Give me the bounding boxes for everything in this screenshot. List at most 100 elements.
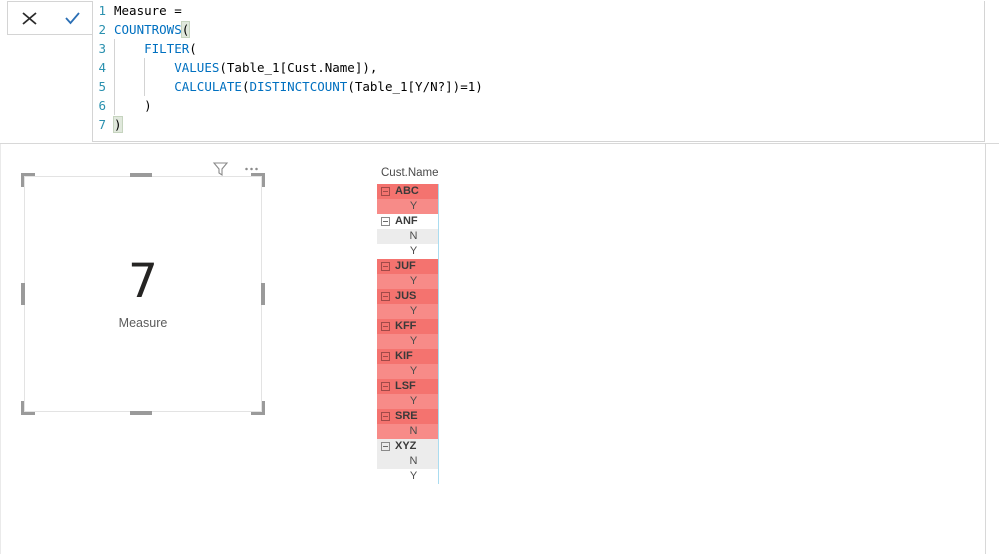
line-number: 4 <box>98 60 106 75</box>
table-value-row[interactable]: N <box>377 454 438 469</box>
canvas-right-border <box>985 144 986 554</box>
table-value-row[interactable]: Y <box>377 274 438 289</box>
table-value-label: Y <box>409 365 418 377</box>
dax-function-values: VALUES <box>174 60 220 75</box>
collapse-icon[interactable] <box>381 187 390 196</box>
resize-handle-top[interactable] <box>130 173 152 177</box>
table-group-label: KFF <box>395 320 417 332</box>
code-line-text: CALCULATE(DISTINCTCOUNT(Table_1[Y/N?])=1… <box>110 77 483 96</box>
code-line-text: ) <box>114 96 152 115</box>
line-number: 6 <box>98 98 106 113</box>
table-group-label: LSF <box>395 380 416 392</box>
resize-handle-top-right[interactable] <box>251 173 265 187</box>
canvas-left-border <box>0 144 1 554</box>
collapse-icon[interactable] <box>381 217 390 226</box>
table-group-row[interactable]: KIF <box>377 349 438 364</box>
table-group-label: XYZ <box>395 440 417 452</box>
code-line: 5 CALCULATE(DISTINCTCOUNT(Table_1[Y/N?])… <box>93 77 984 96</box>
table-group-label: SRE <box>395 410 418 422</box>
collapse-icon[interactable] <box>381 322 390 331</box>
collapse-icon[interactable] <box>381 382 390 391</box>
table-group-row[interactable]: JUS <box>377 289 438 304</box>
table-column-header: Cust.Name <box>381 167 439 179</box>
table-value-row[interactable]: N <box>377 424 438 439</box>
table-group-row[interactable]: SRE <box>377 409 438 424</box>
close-icon <box>22 11 37 25</box>
collapse-icon[interactable] <box>381 262 390 271</box>
card-visual-body: 7 Measure <box>25 177 261 411</box>
code-line-text: FILTER( <box>110 39 197 58</box>
line-number: 7 <box>98 117 106 132</box>
table-value-row[interactable]: Y <box>377 364 438 379</box>
resize-handle-bottom-left[interactable] <box>21 401 35 415</box>
dax-function-filter: FILTER <box>144 41 190 56</box>
table-value-row[interactable]: Y <box>377 469 438 484</box>
card-visual-frame[interactable]: 7 Measure <box>24 176 262 412</box>
formula-bar-region: 1 Measure = 2 COUNTROWS( 3 FILTER( 4 VAL… <box>0 0 999 144</box>
code-line: 7 ) <box>93 115 984 134</box>
collapse-icon[interactable] <box>381 352 390 361</box>
collapse-icon[interactable] <box>381 442 390 451</box>
resize-handle-bottom-right[interactable] <box>251 401 265 415</box>
dax-function-calculate: CALCULATE <box>174 79 242 94</box>
paren-highlight: ) <box>113 116 123 133</box>
commit-formula-button[interactable] <box>58 3 88 33</box>
code-line-text: VALUES(Table_1[Cust.Name]), <box>110 58 377 77</box>
dax-formula-editor[interactable]: 1 Measure = 2 COUNTROWS( 3 FILTER( 4 VAL… <box>92 1 985 142</box>
line-number: 3 <box>98 41 106 56</box>
resize-handle-top-left[interactable] <box>21 173 35 187</box>
table-value-label: Y <box>409 275 418 287</box>
table-value-label: Y <box>409 335 418 347</box>
table-group-row[interactable]: LSF <box>377 379 438 394</box>
table-value-row[interactable]: Y <box>377 199 438 214</box>
table-group-row[interactable]: ANF <box>377 214 438 229</box>
line-number: 5 <box>98 79 106 94</box>
table-value-label: Y <box>409 395 418 407</box>
table-value-label: Y <box>409 200 418 212</box>
code-line: 3 FILTER( <box>93 39 984 58</box>
table-group-row[interactable]: KFF <box>377 319 438 334</box>
table-value-label: N <box>409 425 418 437</box>
collapse-icon[interactable] <box>381 292 390 301</box>
canvas-top-divider <box>0 143 999 144</box>
card-value: 7 <box>128 254 158 309</box>
table-value-label: N <box>409 230 418 242</box>
code-line: 4 VALUES(Table_1[Cust.Name]), <box>93 58 984 77</box>
table-value-row[interactable]: Y <box>377 304 438 319</box>
cancel-formula-button[interactable] <box>15 3 45 33</box>
card-visual[interactable]: 7 Measure <box>18 158 268 418</box>
table-value-row[interactable]: N <box>377 229 438 244</box>
dax-function-countrows: COUNTROWS <box>114 22 182 37</box>
resize-handle-left[interactable] <box>21 283 25 305</box>
card-label: Measure <box>118 316 168 330</box>
code-line: 1 Measure = <box>93 1 984 20</box>
table-value-label: N <box>409 455 418 467</box>
table-group-label: JUS <box>395 290 417 302</box>
code-line: 6 ) <box>93 96 984 115</box>
resize-handle-right[interactable] <box>261 283 265 305</box>
table-value-label: Y <box>409 245 418 257</box>
table-group-label: JUF <box>395 260 416 272</box>
code-line: 2 COUNTROWS( <box>93 20 984 39</box>
table-value-row[interactable]: Y <box>377 244 438 259</box>
table-group-label: ANF <box>395 215 418 227</box>
table-group-row[interactable]: JUF <box>377 259 438 274</box>
table-rows: ABC Y ANF N Y JUF Y JUS Y KFF Y KIF Y LSF Y SRE N XYZ N Y <box>377 184 439 484</box>
table-group-label: KIF <box>395 350 413 362</box>
dax-function-distinctcount: DISTINCTCOUNT <box>249 79 348 94</box>
checkmark-icon <box>65 11 80 24</box>
resize-handle-bottom[interactable] <box>130 411 152 415</box>
line-number: 2 <box>98 22 106 37</box>
table-value-row[interactable]: Y <box>377 394 438 409</box>
collapse-icon[interactable] <box>381 412 390 421</box>
code-line-text: Measure = <box>114 3 182 18</box>
line-number: 1 <box>98 3 106 18</box>
paren-highlight: ( <box>180 21 191 38</box>
code-line-text: ) <box>110 115 123 134</box>
table-group-row[interactable]: ABC <box>377 184 438 199</box>
table-group-row[interactable]: XYZ <box>377 439 438 454</box>
table-value-row[interactable]: Y <box>377 334 438 349</box>
code-line-text: COUNTROWS( <box>110 20 191 39</box>
table-value-label: Y <box>409 470 418 482</box>
cust-name-table: Cust.Name ABC Y ANF N Y JUF Y JUS Y KFF Y KIF Y LSF Y S… <box>377 166 439 484</box>
